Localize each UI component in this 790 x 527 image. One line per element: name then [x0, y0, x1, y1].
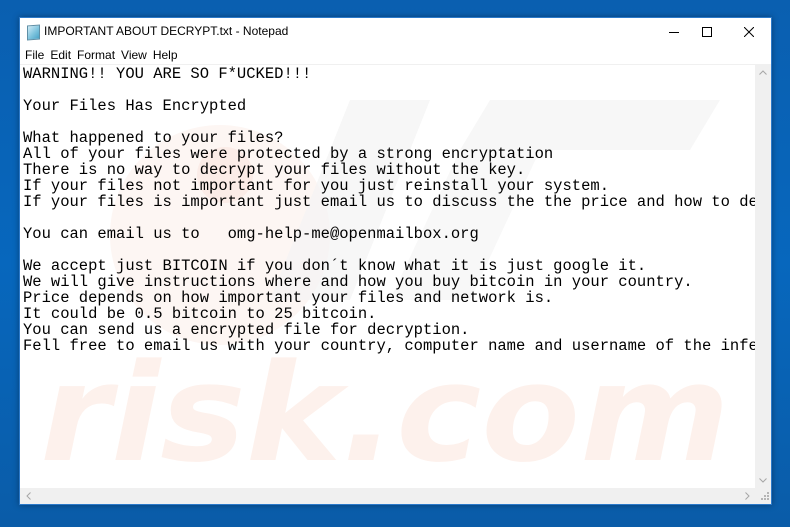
window-title: IMPORTANT ABOUT DECRYPT.txt - Notepad: [44, 24, 289, 38]
text-line: [23, 242, 755, 258]
chevron-right-icon: [744, 492, 750, 500]
notepad-window: IMPORTANT ABOUT DECRYPT.txt - Notepad Fi…: [19, 17, 772, 505]
close-icon: [744, 27, 754, 37]
maximize-button[interactable]: [684, 18, 730, 46]
scroll-down-button[interactable]: [755, 472, 771, 488]
text-line: If your files is important just email us…: [23, 193, 755, 211]
horizontal-scrollbar[interactable]: [20, 488, 755, 504]
notepad-icon: [27, 24, 40, 41]
scroll-left-button[interactable]: [20, 488, 36, 504]
text-line: What happened to your files?: [23, 129, 284, 147]
close-button[interactable]: [726, 18, 772, 46]
resize-grip[interactable]: [755, 488, 771, 504]
watermark-text: risk.com: [40, 335, 730, 489]
menu-edit[interactable]: Edit: [47, 46, 74, 64]
text-editor[interactable]: risk.com WARNING!! YOU ARE SO F*UCKED!!!…: [20, 64, 755, 489]
vertical-scrollbar[interactable]: [755, 64, 771, 488]
text-line: You can send us a encrypted file for dec…: [23, 321, 470, 339]
text-line: [23, 82, 755, 98]
text-line: There is no way to decrypt your files wi…: [23, 161, 526, 179]
text-line: It could be 0.5 bitcoin to 25 bitcoin.: [23, 305, 377, 323]
title-bar[interactable]: IMPORTANT ABOUT DECRYPT.txt - Notepad: [20, 18, 771, 46]
menu-bar: File Edit Format View Help: [20, 46, 771, 64]
chevron-down-icon: [759, 477, 767, 483]
maximize-icon: [702, 27, 712, 37]
resize-grip-icon: [761, 492, 769, 500]
menu-file[interactable]: File: [22, 46, 47, 64]
text-line: We will give instructions where and how …: [23, 273, 693, 291]
menu-view[interactable]: View: [118, 46, 150, 64]
document-text[interactable]: WARNING!! YOU ARE SO F*UCKED!!! Your File…: [23, 66, 755, 354]
text-line: WARNING!! YOU ARE SO F*UCKED!!!: [23, 65, 312, 83]
text-line: Price depends on how important your file…: [23, 289, 554, 307]
menu-help[interactable]: Help: [150, 46, 181, 64]
text-line: [23, 210, 755, 226]
text-line: Fell free to email us with your country,…: [23, 337, 755, 355]
text-line: You can email us to omg-help-me@openmail…: [23, 225, 479, 243]
text-line: [23, 114, 755, 130]
chevron-up-icon: [759, 69, 767, 75]
text-line: All of your files were protected by a st…: [23, 145, 554, 163]
minimize-icon: [669, 32, 679, 33]
scroll-right-button[interactable]: [739, 488, 755, 504]
scroll-up-button[interactable]: [755, 64, 771, 80]
text-line: We accept just BITCOIN if you don´t know…: [23, 257, 647, 275]
chevron-left-icon: [25, 492, 31, 500]
text-line: If your files not important for you just…: [23, 177, 609, 195]
menu-format[interactable]: Format: [74, 46, 118, 64]
text-line: Your Files Has Encrypted: [23, 97, 247, 115]
